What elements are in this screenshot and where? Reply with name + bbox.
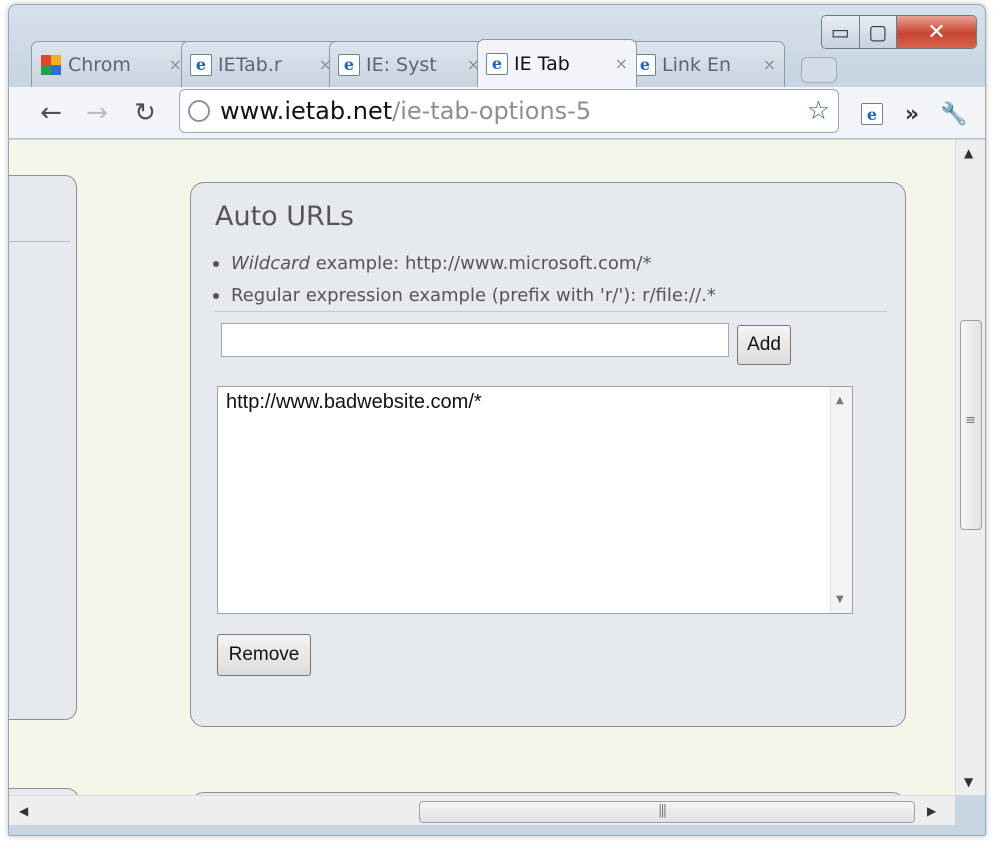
wildcard-term: Wildcard [231, 253, 310, 274]
wrench-menu-button[interactable]: 🔧 [937, 97, 971, 131]
wildcard-hint: Wildcard example: http://www.microsoft.c… [213, 253, 652, 274]
window-caption-buttons: ▭ ▢ ✕ [821, 15, 977, 49]
regex-example: Regular expression example (prefix with … [231, 285, 716, 306]
tab-link-en[interactable]: e Link En × [625, 41, 785, 87]
tab-label: IE Tab [514, 52, 570, 75]
chrome-web-store-icon [40, 54, 62, 76]
tab-close-icon[interactable]: × [763, 55, 776, 74]
vertical-scrollbar[interactable]: ▲ ≡ ▼ [955, 140, 985, 795]
remove-button[interactable]: Remove [217, 634, 311, 676]
tab-strip: Chrom × e IETab.r × e IE: Syst × e IE Ta… [31, 39, 837, 87]
more-extensions-button[interactable]: » [895, 97, 929, 131]
scroll-right-icon[interactable]: ▶ [927, 804, 936, 818]
forward-arrow-icon: → [86, 98, 108, 128]
card-title: Auto URLs [215, 201, 354, 232]
list-scrollbar[interactable]: ▲ ▼ [830, 387, 852, 613]
chevron-double-right-icon: » [904, 101, 920, 127]
close-window-button[interactable]: ✕ [897, 16, 976, 48]
wrench-icon: 🔧 [940, 101, 968, 127]
ie-tab-extension-button[interactable]: e [855, 97, 889, 131]
horizontal-scrollbar[interactable]: ◀ ||| ▶ [9, 795, 955, 825]
tab-label: IETab.r [218, 53, 282, 76]
auto-url-input[interactable] [221, 323, 729, 357]
ie-icon: e [861, 103, 883, 125]
auto-url-list[interactable]: http://www.badwebsite.com/* ▲ ▼ [217, 386, 853, 614]
address-bar[interactable]: www.ietab.net/ie-tab-options-5 ☆ [179, 89, 839, 133]
close-icon: ✕ [927, 19, 946, 45]
tab-label: IE: Syst [366, 53, 437, 76]
tab-ie-tab-options[interactable]: e IE Tab × [477, 39, 637, 87]
tab-close-icon[interactable]: × [169, 55, 182, 74]
grip-icon: ||| [658, 803, 667, 818]
tab-label: Chrom [68, 53, 131, 76]
scroll-up-icon[interactable]: ▲ [964, 146, 973, 160]
browser-window: ▭ ▢ ✕ Chrom × e IETab.r × e IE: Syst × e… [8, 4, 986, 836]
scroll-up-icon[interactable]: ▲ [836, 395, 844, 406]
regex-hint: Regular expression example (prefix with … [213, 285, 716, 306]
forward-button[interactable]: → [77, 93, 117, 133]
scroll-down-icon[interactable]: ▼ [964, 775, 973, 789]
url-host: www.ietab.net [220, 97, 393, 125]
maximize-icon: ▢ [868, 20, 888, 44]
auto-urls-card: Auto URLs Wildcard example: http://www.m… [190, 182, 906, 727]
ie-icon: e [634, 53, 656, 76]
back-arrow-icon: ← [40, 98, 62, 128]
bullet [213, 292, 219, 299]
page-content: Auto URLs Wildcard example: http://www.m… [9, 140, 955, 795]
new-tab-button[interactable] [801, 57, 837, 83]
maximize-button[interactable]: ▢ [859, 16, 898, 48]
left-panel [9, 175, 77, 720]
wildcard-example: example: http://www.microsoft.com/* [309, 253, 652, 274]
browser-toolbar: ← → ↻ www.ietab.net/ie-tab-options-5 ☆ e… [9, 87, 985, 139]
bullet [213, 260, 219, 267]
vertical-scroll-thumb[interactable]: ≡ [960, 320, 982, 530]
tab-chrome[interactable]: Chrom × [31, 41, 191, 87]
divider [215, 311, 887, 312]
globe-icon [188, 100, 210, 122]
list-item[interactable]: http://www.badwebsite.com/* [226, 391, 482, 414]
tab-ietab-net[interactable]: e IETab.r × [181, 41, 341, 87]
tab-ie-system[interactable]: e IE: Syst × [329, 41, 489, 87]
ie-icon: e [190, 53, 212, 76]
ie-icon: e [338, 53, 360, 76]
bottom-left-panel [9, 788, 79, 795]
back-button[interactable]: ← [31, 93, 71, 133]
reload-icon: ↻ [134, 98, 156, 128]
url-path: /ie-tab-options-5 [392, 97, 592, 125]
scroll-left-icon[interactable]: ◀ [19, 804, 28, 818]
ie-icon: e [486, 52, 508, 75]
bookmark-star-icon[interactable]: ☆ [807, 96, 830, 126]
scroll-down-icon[interactable]: ▼ [836, 594, 844, 605]
tab-label: Link En [662, 53, 731, 76]
reload-button[interactable]: ↻ [125, 93, 165, 133]
horizontal-scroll-thumb[interactable]: ||| [419, 801, 915, 823]
grip-icon: ≡ [965, 413, 976, 428]
add-button[interactable]: Add [737, 325, 791, 365]
tab-close-icon[interactable]: × [615, 54, 628, 73]
divider [9, 241, 70, 242]
minimize-icon: ▭ [830, 20, 850, 44]
